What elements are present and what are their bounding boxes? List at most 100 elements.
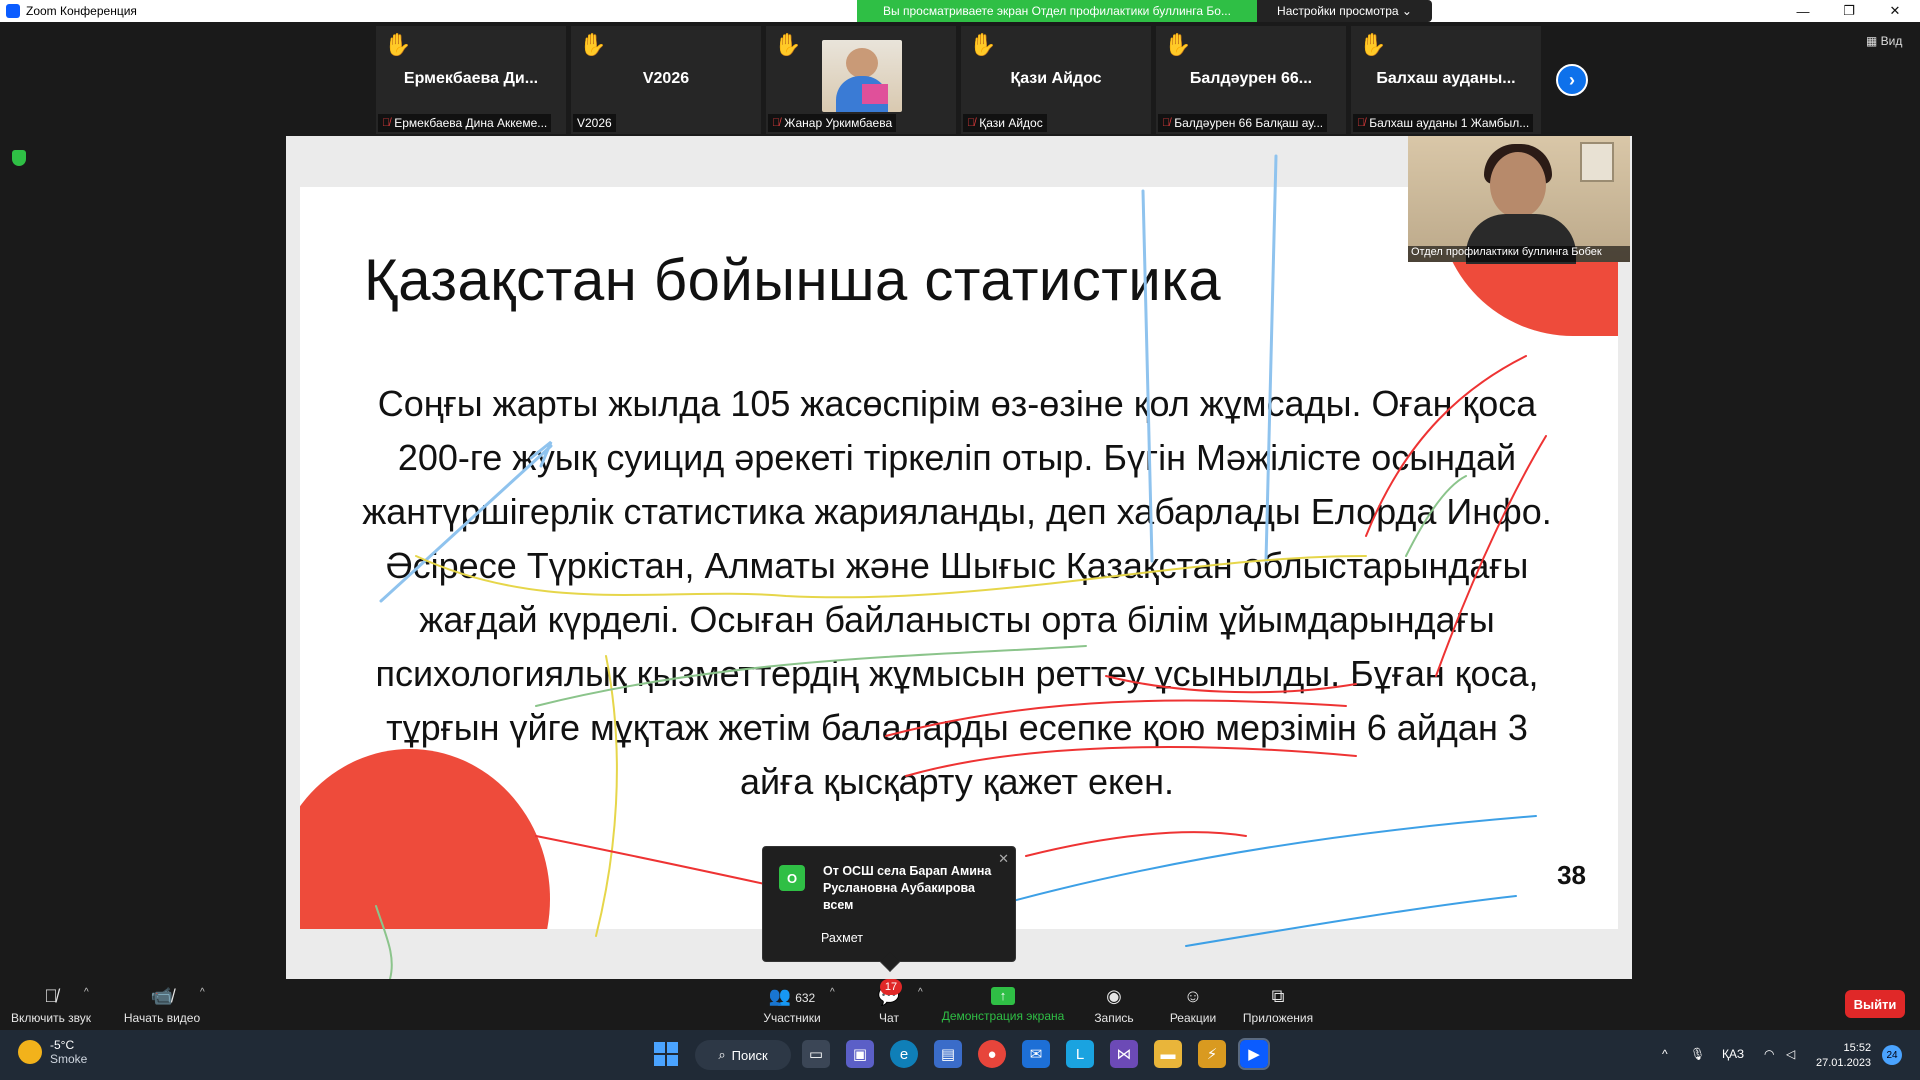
grid-icon: ▦ [1866, 34, 1881, 48]
view-button[interactable]: ▦ Вид [1866, 34, 1902, 48]
next-page-button[interactable]: › [1556, 64, 1588, 96]
wifi-icon[interactable]: ◠ [1764, 1047, 1774, 1061]
mic-muted-icon: 🎙̸ [967, 117, 976, 129]
wall-frame [1580, 142, 1614, 182]
participant-tile[interactable]: ✋ Балдәурен 66... 🎙̸ Балдәурен 66 Балқаш … [1156, 26, 1346, 134]
participants-label: Участники [763, 1011, 821, 1025]
chat-icon: 💬 17 [877, 979, 902, 1006]
task-view-icon[interactable]: ▭ [802, 1040, 830, 1068]
mic-muted-icon: 🎙̸ [772, 117, 781, 129]
annotation-stroke [925, 815, 1537, 927]
chevron-up-icon[interactable]: ^ [918, 987, 923, 998]
annotation-stroke [1025, 831, 1247, 857]
raised-hand-icon: ✋ [774, 32, 802, 57]
clock-time: 15:52 [1843, 1042, 1872, 1054]
participant-name: Жанар Уркимбаева [784, 116, 893, 130]
annotation-stroke [375, 905, 393, 979]
annotation-line [1264, 154, 1278, 563]
chevron-up-icon[interactable]: ^ [1662, 1047, 1668, 1061]
close-icon[interactable]: ✕ [998, 851, 1009, 867]
zoom-window: { "titlebar": { "app_title": "Zoom Конфе… [0, 0, 1920, 1080]
participant-name-bar: 🎙̸ Ермекбаева Дина Аккеме... [378, 114, 552, 132]
presenter-video[interactable]: Отдел профилактики буллинга Бобек [1408, 136, 1630, 264]
annotation-stroke [905, 746, 1357, 777]
annotation-stroke [415, 555, 1367, 599]
smiley-icon: ☺ [1183, 986, 1203, 1006]
participant-video [822, 40, 902, 112]
chevron-right-icon: › [1569, 69, 1575, 90]
participant-display-name: V2026 [642, 70, 690, 87]
leave-meeting-button[interactable]: Выйти [1845, 990, 1905, 1018]
apps-button[interactable]: ⧉ Приложения [1240, 985, 1316, 1025]
presenter-name: Отдел профилактики буллинга Бобек [1408, 246, 1630, 262]
participant-display-name: Ермекбаева Ди... [403, 70, 539, 87]
unmute-button[interactable]: 🎙̸ Включить звук ^ [8, 985, 94, 1025]
participant-tile[interactable]: ✋ Балхаш ауданы... 🎙̸ Балхаш ауданы 1 Жам… [1351, 26, 1541, 134]
microphone-icon[interactable]: 🎙 [1690, 1047, 1705, 1061]
annotation-stroke [1105, 675, 1357, 694]
annotation-stroke [1405, 475, 1467, 557]
windows-logo-icon [654, 1042, 678, 1066]
view-options-button[interactable]: Настройки просмотра ⌄ [1257, 0, 1432, 22]
share-screen-label: Демонстрация экрана [941, 1009, 1065, 1023]
avatar: О [779, 865, 805, 891]
store-icon[interactable]: ▤ [934, 1040, 962, 1068]
mic-muted-icon: 🎙̸ [1162, 117, 1171, 129]
start-button[interactable] [652, 1040, 680, 1068]
close-icon[interactable]: ✕ [1872, 0, 1918, 22]
chevron-up-icon[interactable]: ^ [830, 987, 835, 998]
share-screen-button[interactable]: ↑ Демонстрация экрана [940, 985, 1066, 1023]
participant-name-bar: 🎙̸ Балхаш ауданы 1 Жамбыл... [1353, 114, 1534, 132]
windows-taskbar: -5°C Smoke ⌕ Поиск ▭ ▣ e ▤ ● ✉ L ⋈ ▬ ⚡ ▶ … [0, 1030, 1920, 1080]
annotation-arrow [379, 444, 553, 603]
language-indicator[interactable]: ҚАЗ [1722, 1047, 1744, 1061]
lightning-app-icon[interactable]: ⚡ [1198, 1040, 1226, 1068]
weather-widget[interactable]: -5°C Smoke [18, 1038, 87, 1066]
chat-label: Чат [879, 1011, 899, 1025]
chat-button[interactable]: 💬 17 Чат ^ [866, 979, 923, 1025]
encryption-shield-icon[interactable] [12, 150, 26, 166]
zoom-logo-icon [6, 4, 20, 18]
teams-icon[interactable]: ▣ [846, 1040, 874, 1068]
meeting-toolbar: 🎙̸ Включить звук ^ 📹̸ Начать видео ^ 👥 63… [0, 979, 1920, 1030]
minimize-icon[interactable]: — [1780, 0, 1826, 22]
mail-icon[interactable]: ✉ [1022, 1040, 1050, 1068]
zoom-taskbar-icon[interactable]: ▶ [1238, 1038, 1270, 1070]
search-icon: ⌕ [718, 1047, 726, 1062]
participant-name: Ермекбаева Дина Аккеме... [394, 116, 548, 130]
participant-name: Балдәурен 66 Балқаш ау... [1174, 116, 1324, 130]
app-l-icon[interactable]: L [1066, 1040, 1094, 1068]
restore-icon[interactable]: ❐ [1826, 0, 1872, 22]
presenter-face [1490, 152, 1546, 218]
visual-studio-icon[interactable]: ⋈ [1110, 1040, 1138, 1068]
reactions-button[interactable]: ☺ Реакции [1164, 985, 1222, 1025]
notification-badge[interactable]: 24 [1882, 1045, 1902, 1065]
chat-notification[interactable]: О От ОСШ села Барап Амина Руслановна Ауб… [762, 846, 1016, 972]
record-label: Запись [1094, 1011, 1134, 1025]
chevron-up-icon[interactable]: ^ [200, 987, 205, 998]
participant-tile[interactable]: ✋ 🎙̸ Жанар Уркимбаева [766, 26, 956, 134]
raised-hand-icon: ✋ [1359, 32, 1387, 57]
edge-icon[interactable]: e [890, 1040, 918, 1068]
participant-tile[interactable]: ✋ Ермекбаева Ди... 🎙̸ Ермекбаева Дина Акк… [376, 26, 566, 134]
raised-hand-icon: ✋ [384, 32, 412, 57]
raised-hand-icon: ✋ [1164, 32, 1192, 57]
mic-muted-icon: 🎙̸ [1357, 117, 1366, 129]
participants-button[interactable]: 👥 632 Участники ^ [746, 985, 838, 1025]
chevron-up-icon[interactable]: ^ [84, 987, 89, 998]
participant-display-name: Қази Айдос [1010, 70, 1102, 87]
record-button[interactable]: ◉ Запись [1086, 985, 1142, 1025]
chrome-icon[interactable]: ● [978, 1040, 1006, 1068]
file-explorer-icon[interactable]: ▬ [1154, 1040, 1182, 1068]
search-button[interactable]: ⌕ Поиск [695, 1040, 791, 1070]
start-video-button[interactable]: 📹̸ Начать видео ^ [116, 985, 208, 1025]
clock[interactable]: 15:52 27.01.2023 [1816, 1041, 1871, 1071]
annotation-stroke [595, 655, 618, 937]
volume-icon[interactable]: ◁ [1786, 1047, 1795, 1061]
participant-name: V2026 [577, 116, 612, 130]
participant-tile[interactable]: ✋ V2026 V2026 [571, 26, 761, 134]
participant-tile[interactable]: ✋ Қази Айдос 🎙̸ Қази Айдос [961, 26, 1151, 134]
participant-name: Балхаш ауданы 1 Жамбыл... [1369, 116, 1530, 130]
chat-message: Рахмет [821, 931, 863, 945]
raised-hand-icon: ✋ [579, 32, 607, 57]
